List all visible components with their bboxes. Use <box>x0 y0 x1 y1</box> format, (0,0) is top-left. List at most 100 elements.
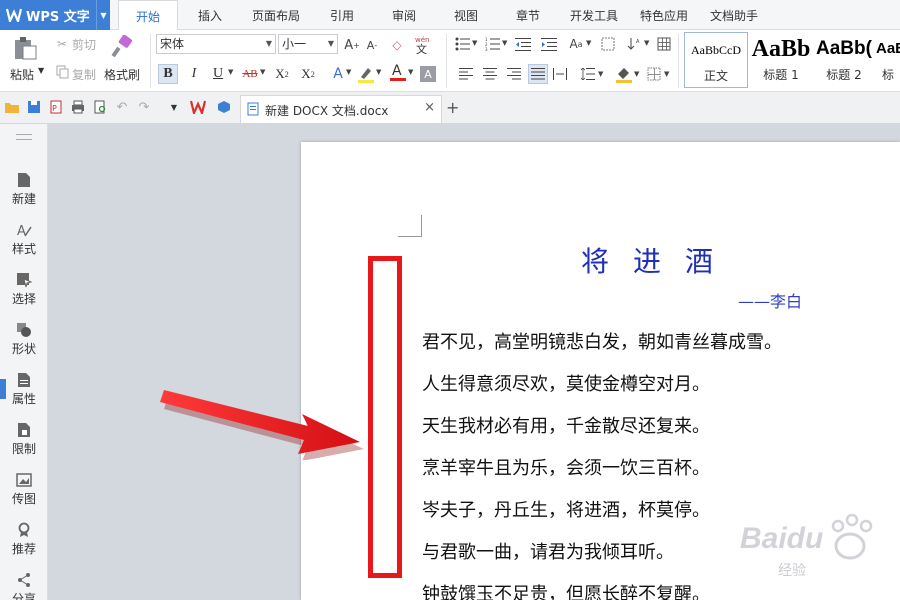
phonetic-guide-icon[interactable]: wén 文 <box>412 34 438 54</box>
paste-dropdown-icon[interactable]: ▼ <box>38 66 44 75</box>
format-painter-button[interactable]: 格式刷 <box>104 66 140 83</box>
cloud-doc-icon[interactable] <box>216 99 232 115</box>
char-shading-icon[interactable]: A <box>420 66 436 82</box>
copy-icon[interactable] <box>54 64 70 80</box>
style-heading-2[interactable]: AaBb( 标题 2 <box>814 32 874 88</box>
tab-special[interactable]: 特色应用 <box>632 0 696 30</box>
sidebar-item-properties[interactable]: 属性 <box>0 362 48 410</box>
format-painter-icon[interactable] <box>110 34 134 60</box>
align-justify-icon[interactable] <box>528 64 548 84</box>
align-right-icon[interactable] <box>506 66 522 82</box>
chevron-down-icon[interactable]: ▼ <box>472 39 477 47</box>
style-normal[interactable]: AaBbCcD 正文 <box>684 32 748 88</box>
sidebar-grip[interactable] <box>16 134 32 140</box>
chevron-down-icon[interactable]: ▼ <box>586 39 591 47</box>
sidebar-item-upload-image[interactable]: 传图 <box>0 462 48 510</box>
align-center-icon[interactable] <box>482 66 498 82</box>
undo-icon[interactable]: ↶ <box>114 99 130 115</box>
chevron-down-icon[interactable]: ▼ <box>502 39 507 47</box>
poem-line[interactable]: 烹羊宰牛且为乐，会须一饮三百杯。 <box>422 454 710 480</box>
sidebar-item-shape[interactable]: 形状 <box>0 312 48 360</box>
poem-line[interactable]: 君不见，高堂明镜悲白发，朝如青丝暮成雪。 <box>422 328 782 354</box>
poem-line[interactable]: 岑夫子，丹丘生，将进酒，杯莫停。 <box>422 496 710 522</box>
customize-dropdown-icon[interactable]: ▼ <box>166 99 182 115</box>
increase-indent-icon[interactable] <box>540 36 558 52</box>
strikethrough-button[interactable]: AB <box>240 64 260 84</box>
italic-button[interactable]: I <box>184 64 204 84</box>
chevron-down-icon[interactable]: ▼ <box>346 68 351 76</box>
print-icon[interactable] <box>70 99 86 115</box>
chevron-down-icon[interactable]: ▼ <box>228 68 233 76</box>
poem-line[interactable]: 人生得意须尽欢，莫使金樽空对月。 <box>422 370 710 396</box>
paste-icon[interactable] <box>10 34 40 62</box>
show-marks-icon[interactable] <box>656 36 672 52</box>
open-folder-icon[interactable] <box>4 99 20 115</box>
chevron-down-icon[interactable]: ▼ <box>260 68 265 76</box>
chevron-down-icon[interactable]: ▼ <box>598 70 603 78</box>
save-icon[interactable] <box>26 99 42 115</box>
text-effect-icon[interactable]: A <box>328 64 348 84</box>
cut-button[interactable]: 剪切 <box>72 36 96 53</box>
align-left-icon[interactable] <box>458 66 474 82</box>
new-tab-button[interactable]: + <box>446 98 459 117</box>
document-tab[interactable]: 新建 DOCX 文档.docx × <box>240 95 442 123</box>
app-menu-button[interactable]: WPS 文字 ▼ <box>0 0 110 30</box>
style-heading-1[interactable]: AaBb 标题 1 <box>750 32 812 88</box>
tab-developer[interactable]: 开发工具 <box>562 0 626 30</box>
style-heading-3[interactable]: AaB 标 <box>876 32 900 88</box>
tab-references[interactable]: 引用 <box>318 0 366 30</box>
sidebar-item-style[interactable]: A 样式 <box>0 212 48 260</box>
sidebar-item-recommend[interactable]: 推荐 <box>0 512 48 560</box>
poem-author[interactable]: ——李白 <box>738 288 802 312</box>
sort-icon[interactable]: A <box>626 36 644 52</box>
sidebar-item-share[interactable]: 分享 <box>0 562 48 600</box>
poem-title[interactable]: 将进酒 <box>581 240 737 280</box>
superscript-button[interactable]: X2 <box>272 64 292 84</box>
tab-view[interactable]: 视图 <box>442 0 490 30</box>
numbered-list-icon[interactable]: 123 <box>484 36 502 52</box>
clear-format-icon[interactable]: ◇ <box>388 36 406 54</box>
tab-doc-assistant[interactable]: 文档助手 <box>702 0 766 30</box>
bold-button[interactable]: B <box>158 64 178 84</box>
redo-icon[interactable]: ↷ <box>136 99 152 115</box>
tab-page-layout[interactable]: 页面布局 <box>244 0 308 30</box>
chevron-down-icon[interactable]: ▼ <box>664 70 669 78</box>
borders-icon[interactable] <box>646 66 662 82</box>
tab-home[interactable]: 开始 <box>118 0 178 31</box>
chevron-down-icon[interactable]: ▼ <box>376 68 381 76</box>
bullet-list-icon[interactable] <box>454 36 472 52</box>
tab-insert[interactable]: 插入 <box>186 0 234 30</box>
paste-button[interactable]: 粘贴 <box>10 66 34 83</box>
wps-home-icon[interactable] <box>190 99 206 115</box>
close-icon[interactable]: × <box>424 100 435 115</box>
distribute-icon[interactable] <box>552 66 568 82</box>
underline-button[interactable]: U <box>208 64 228 84</box>
tab-review[interactable]: 审阅 <box>380 0 428 30</box>
sidebar-item-restrict[interactable]: 限制 <box>0 412 48 460</box>
grow-font-icon[interactable]: A + <box>343 36 361 54</box>
copy-button[interactable]: 复制 <box>72 66 96 83</box>
chevron-down-icon[interactable]: ▼ <box>644 39 649 47</box>
shrink-font-icon[interactable]: A- <box>363 36 381 54</box>
print-preview-icon[interactable] <box>92 99 108 115</box>
sidebar-item-select[interactable]: 选择 <box>0 262 48 310</box>
subscript-button[interactable]: X2 <box>298 64 318 84</box>
shading-icon[interactable] <box>614 64 634 84</box>
font-color-icon[interactable]: A <box>388 62 408 82</box>
poem-line[interactable]: 与君歌一曲，请君为我倾耳听。 <box>422 538 674 564</box>
app-menu-dropdown-icon[interactable]: ▼ <box>96 0 110 30</box>
sidebar-item-new[interactable]: 新建 <box>0 162 48 210</box>
chevron-down-icon[interactable]: ▼ <box>634 70 639 78</box>
font-size-select[interactable]: 小一 ▼ <box>278 34 338 54</box>
change-case-icon[interactable]: Aa <box>566 35 586 53</box>
poem-line[interactable]: 钟鼓馔玉不足贵，但愿长醉不复醒。 <box>422 580 710 600</box>
line-spacing-icon[interactable] <box>580 66 596 82</box>
font-name-select[interactable]: 宋体 ▼ <box>156 34 276 54</box>
scissors-icon[interactable]: ✂ <box>54 36 70 52</box>
highlight-icon[interactable] <box>356 64 376 84</box>
tab-chapter[interactable]: 章节 <box>504 0 552 30</box>
chinese-layout-icon[interactable] <box>600 36 618 52</box>
poem-line[interactable]: 天生我材必有用，千金散尽还复来。 <box>422 412 710 438</box>
decrease-indent-icon[interactable] <box>514 36 532 52</box>
export-pdf-icon[interactable]: P <box>48 99 64 115</box>
